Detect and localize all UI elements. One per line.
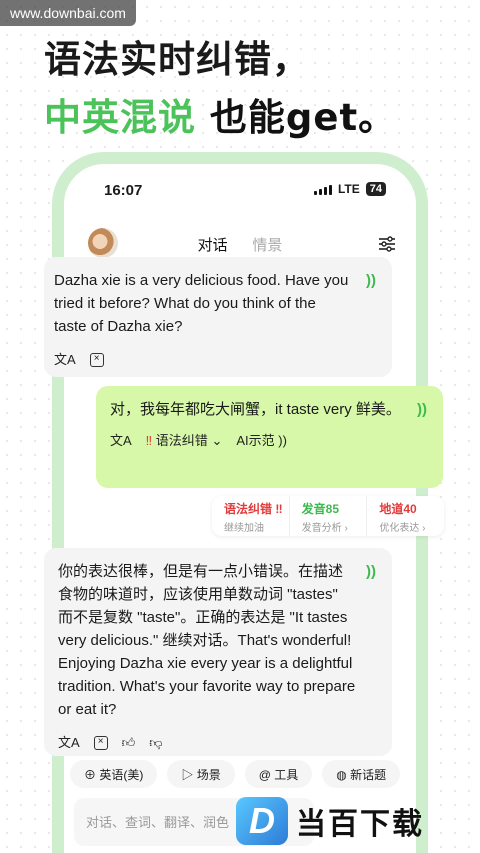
language-label: 英语(美) <box>99 768 144 782</box>
score-grammar[interactable]: 语法纠错 ‼ 继续加油 <box>212 496 290 536</box>
score-sub: 发音分析 › <box>301 523 348 534</box>
message-text: 对，我每年都吃大闸蟹，it taste very 鲜美。 <box>110 401 401 418</box>
status-right: LTE 74 <box>313 182 386 196</box>
network-label: LTE <box>337 182 360 196</box>
hide-text-icon[interactable]: × <box>93 735 108 750</box>
input-placeholder: 对话、查词、翻译、润色 <box>86 815 230 830</box>
score-title: 地道40 <box>379 502 417 516</box>
tools-label: 工具 <box>274 768 299 782</box>
user-message: 对，我每年都吃大闸蟹，it taste very 鲜美。 )) 文A ‼ 语法纠… <box>96 386 443 488</box>
translate-icon[interactable]: 文A <box>110 429 132 452</box>
translate-icon[interactable]: 文A <box>54 348 76 371</box>
promo-headline: 语法实时纠错， 中英混说 也能get。 <box>44 36 396 142</box>
headline-line-2: 中英混说 也能get。 <box>44 94 396 142</box>
chevron-down-icon: ⌄ <box>211 433 223 448</box>
bottom-toolbar: ⊕ 英语(美) ▷ 场景 @ 工具 ◍ 新话题 <box>70 760 410 788</box>
speaker-icon[interactable]: )) <box>366 269 376 292</box>
signal-icon <box>313 183 332 195</box>
chat-header: 对话 情景 <box>76 222 404 262</box>
sound-icon: )) <box>278 433 287 448</box>
message-actions: 文A × <box>54 348 352 371</box>
scenario-label: 场景 <box>196 768 221 782</box>
headline-line-1: 语法实时纠错， <box>44 38 310 81</box>
message-actions: 文A × 👍︎ 👎︎ <box>58 731 356 754</box>
ai-demo-label: AI示范 <box>236 433 275 448</box>
message-text: Dazha xie is a very delicious food. Have… <box>54 272 349 335</box>
new-topic-label: 新话题 <box>350 768 387 782</box>
tools-button[interactable]: @ 工具 <box>244 760 313 788</box>
headline-dark-part: 也能get。 <box>209 96 397 139</box>
chat-tabs: 对话 情景 <box>76 234 404 258</box>
scenario-button[interactable]: ▷ 场景 <box>167 760 235 788</box>
site-watermark: www.downbai.com <box>0 0 136 26</box>
at-icon: @ <box>258 768 271 782</box>
topic-icon: ◍ <box>336 768 347 782</box>
ai-message-2: 你的表达很棒，但是有一点小错误。在描述食物的味道时，应该使用单数动词 "tast… <box>44 548 392 756</box>
thumbs-down-icon[interactable]: 👎︎ <box>149 731 162 754</box>
message-actions: 文A ‼ 语法纠错 ⌄ AI示范 )) <box>110 429 403 452</box>
error-mark-icon: ‼ <box>145 433 153 448</box>
score-title: 语法纠错 ‼ <box>224 502 283 516</box>
ai-demo-button[interactable]: AI示范 )) <box>236 429 287 452</box>
thumbs-up-icon[interactable]: 👍︎ <box>122 731 136 754</box>
grammar-correction-button[interactable]: ‼ 语法纠错 ⌄ <box>146 429 223 452</box>
tab-dialogue[interactable]: 对话 <box>198 234 228 258</box>
ai-message-1: Dazha xie is a very delicious food. Have… <box>44 257 392 377</box>
score-title: 发音85 <box>301 502 340 516</box>
translate-icon[interactable]: 文A <box>58 731 80 754</box>
headline-green-part: 中英混说 <box>44 96 196 139</box>
score-idiomatic[interactable]: 地道40 优化表达 › <box>367 496 444 536</box>
score-card: 语法纠错 ‼ 继续加油 发音85 发音分析 › 地道40 优化表达 › <box>212 496 444 536</box>
battery-icon: 74 <box>365 182 386 196</box>
play-icon: ▷ <box>181 768 194 782</box>
score-pronunciation[interactable]: 发音85 发音分析 › <box>290 496 368 536</box>
new-topic-button[interactable]: ◍ 新话题 <box>322 760 401 788</box>
score-sub: 继续加油 <box>224 523 264 534</box>
speaker-icon[interactable]: )) <box>366 560 376 583</box>
speaker-icon[interactable]: )) <box>417 398 427 421</box>
message-text: 你的表达很棒，但是有一点小错误。在描述食物的味道时，应该使用单数动词 "tast… <box>58 563 356 718</box>
logo-text: 当百下载 <box>296 807 424 842</box>
hide-text-icon[interactable]: × <box>89 352 104 367</box>
globe-icon: ⊕ <box>84 768 97 782</box>
status-time: 16:07 <box>104 182 143 199</box>
settings-icon[interactable] <box>378 236 396 252</box>
grammar-label: 语法纠错 <box>155 433 208 448</box>
score-sub: 优化表达 › <box>379 523 426 534</box>
logo-d-icon: D <box>236 797 288 845</box>
status-bar: 16:07 LTE 74 <box>94 182 386 204</box>
downbai-logo: D 当百下载 <box>236 792 480 850</box>
tab-scenario[interactable]: 情景 <box>252 234 282 255</box>
language-button[interactable]: ⊕ 英语(美) <box>70 760 158 788</box>
